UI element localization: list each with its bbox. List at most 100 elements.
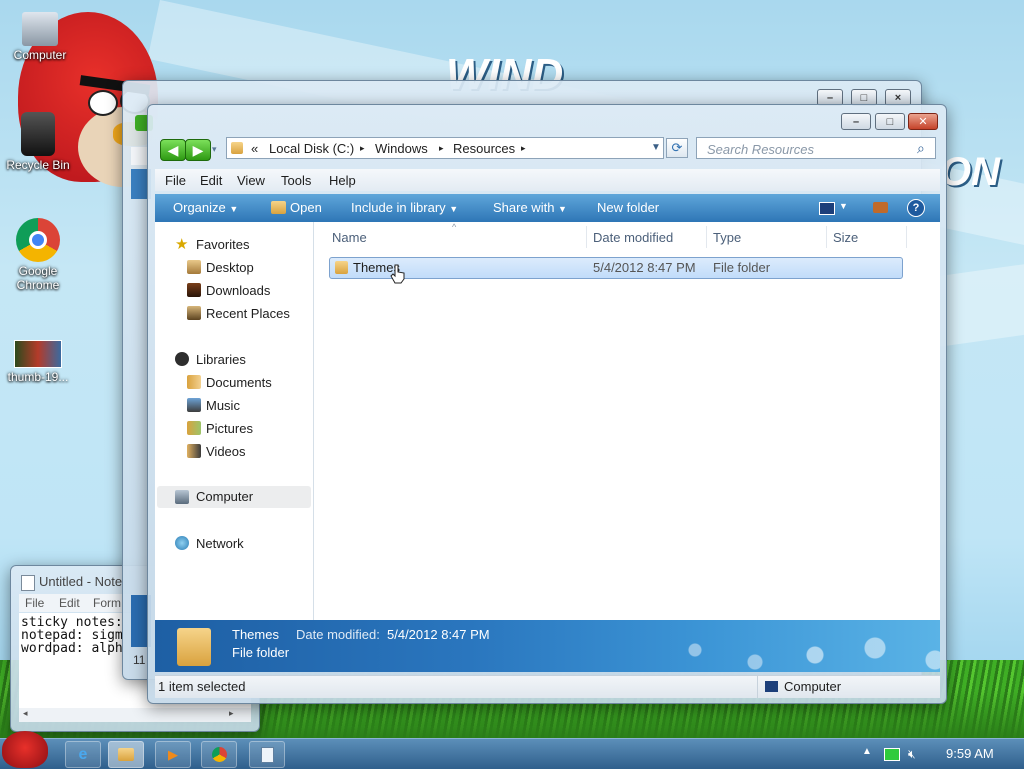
- address-dropdown-icon[interactable]: ▼: [651, 142, 661, 153]
- nav-item-computer[interactable]: Computer: [157, 486, 311, 508]
- notepad-menu-file[interactable]: File: [25, 596, 44, 610]
- nav-item-downloads[interactable]: Downloads: [155, 281, 313, 301]
- breadcrumb-local-disk[interactable]: Local Disk (C:): [269, 141, 354, 156]
- view-options-dropdown-icon[interactable]: ▼: [839, 201, 848, 211]
- details-date-value: 5/4/2012 8:47 PM: [387, 627, 490, 642]
- desktop-icon-computer[interactable]: Computer: [2, 12, 78, 62]
- scroll-left-icon[interactable]: ◂: [23, 708, 28, 719]
- file-list: ^ Name Date modified Type Size Themes 5/…: [314, 222, 940, 620]
- desktop-icon-label: Recycle Bin: [6, 158, 70, 172]
- folder-icon: [231, 142, 243, 154]
- breadcrumb-resources[interactable]: Resources: [453, 141, 515, 156]
- recent-places-icon: [187, 306, 201, 320]
- nav-item-label: Computer: [196, 489, 254, 504]
- notepad-menu-format[interactable]: Form: [93, 596, 121, 610]
- nav-item-label: Network: [196, 536, 244, 551]
- taskbar-clock[interactable]: 9:59 AM: [946, 746, 994, 761]
- nav-item-favorites[interactable]: ★ Favorites: [155, 235, 313, 255]
- column-header-name[interactable]: Name: [332, 230, 367, 245]
- show-hidden-icons-icon[interactable]: ▲: [862, 746, 872, 757]
- nav-item-recent-places[interactable]: Recent Places: [155, 304, 313, 324]
- menu-file[interactable]: File: [165, 173, 186, 188]
- column-divider[interactable]: [906, 226, 907, 248]
- nav-item-libraries[interactable]: Libraries: [155, 350, 313, 370]
- column-header-size[interactable]: Size: [833, 230, 858, 245]
- recent-pages-dropdown-icon[interactable]: ▾: [212, 144, 217, 155]
- column-divider[interactable]: [826, 226, 827, 248]
- minimize-button[interactable]: –: [841, 113, 871, 130]
- share-with-button[interactable]: Share with ▼: [493, 200, 567, 215]
- nav-item-pictures[interactable]: Pictures: [155, 419, 313, 439]
- close-button[interactable]: ✕: [908, 113, 938, 130]
- desktop-icon-thumb[interactable]: thumb-19...: [0, 340, 76, 384]
- folder-icon: [118, 748, 134, 761]
- nav-item-desktop[interactable]: Desktop: [155, 258, 313, 278]
- search-icon[interactable]: ⌕: [917, 140, 925, 157]
- breadcrumb-chevron-icon[interactable]: ▸: [439, 143, 444, 154]
- new-folder-button[interactable]: New folder: [597, 200, 659, 215]
- network-status-icon[interactable]: [884, 748, 900, 761]
- nav-item-label: Favorites: [196, 237, 250, 252]
- desktop-icon-recycle-bin[interactable]: Recycle Bin: [0, 112, 76, 172]
- star-icon: ★: [175, 236, 189, 253]
- taskbar-media-player[interactable]: ▶: [155, 741, 191, 768]
- back-button[interactable]: ◀: [160, 139, 186, 161]
- preview-pane-icon[interactable]: [873, 202, 888, 213]
- change-view-icon[interactable]: [819, 202, 835, 215]
- close-icon: ×: [894, 91, 902, 104]
- organize-button[interactable]: Organize ▼: [173, 200, 238, 215]
- nav-item-label: Recent Places: [206, 306, 290, 321]
- navigation-pane: ★ Favorites Desktop Downloads Recent Pla…: [155, 222, 314, 620]
- column-divider[interactable]: [706, 226, 707, 248]
- address-bar[interactable]: « Local Disk (C:) ▸ Windows ▸ Resources …: [226, 137, 664, 159]
- computer-icon: [765, 681, 778, 692]
- libraries-icon: [175, 352, 189, 366]
- media-player-icon: ▶: [168, 746, 178, 762]
- refresh-button[interactable]: ⟳: [666, 138, 688, 158]
- wallpaper-logo: ON: [940, 150, 1000, 194]
- column-header-date-modified[interactable]: Date modified: [593, 230, 673, 245]
- command-bar: Organize ▼ Open Include in library ▼ Sha…: [155, 194, 940, 222]
- network-icon: [175, 536, 189, 550]
- breadcrumb-windows[interactable]: Windows: [375, 141, 428, 156]
- help-icon[interactable]: ?: [907, 199, 925, 217]
- chrome-icon: [211, 747, 227, 762]
- column-divider[interactable]: [586, 226, 587, 248]
- forward-button[interactable]: ▶: [185, 139, 211, 161]
- notepad-icon: [21, 575, 35, 591]
- search-box[interactable]: Search Resources ⌕: [696, 137, 936, 159]
- nav-item-network[interactable]: Network: [155, 534, 313, 554]
- table-row[interactable]: Themes 5/4/2012 8:47 PM File folder: [329, 257, 903, 279]
- nav-item-videos[interactable]: Videos: [155, 442, 313, 462]
- menu-tools[interactable]: Tools: [281, 173, 311, 188]
- nav-item-label: Desktop: [206, 260, 254, 275]
- organize-label: Organize: [173, 200, 226, 215]
- menu-help[interactable]: Help: [329, 173, 356, 188]
- music-icon: [187, 398, 201, 412]
- menu-edit[interactable]: Edit: [200, 173, 222, 188]
- taskbar-chrome[interactable]: [201, 741, 237, 768]
- details-type: File folder: [232, 645, 290, 660]
- menu-view[interactable]: View: [237, 173, 265, 188]
- taskbar-notepad[interactable]: [249, 741, 285, 768]
- nav-item-label: Documents: [206, 375, 272, 390]
- taskbar-windows-explorer[interactable]: [108, 741, 144, 768]
- maximize-button[interactable]: □: [875, 113, 905, 130]
- notepad-horizontal-scrollbar[interactable]: ◂ ▸: [19, 708, 251, 722]
- breadcrumb-chevron-icon[interactable]: ▸: [360, 143, 365, 154]
- notepad-menu-edit[interactable]: Edit: [59, 596, 80, 610]
- nav-item-music[interactable]: Music: [155, 396, 313, 416]
- start-button[interactable]: [2, 731, 48, 768]
- breadcrumb-overflow[interactable]: «: [251, 141, 258, 156]
- search-placeholder: Search Resources: [707, 142, 814, 157]
- scroll-right-icon[interactable]: ▸: [229, 708, 234, 719]
- taskbar-internet-explorer[interactable]: e: [65, 741, 101, 768]
- desktop-icon-chrome[interactable]: Google Chrome: [0, 218, 76, 292]
- nav-item-documents[interactable]: Documents: [155, 373, 313, 393]
- volume-muted-icon[interactable]: 🔇︎: [908, 747, 916, 762]
- column-header-type[interactable]: Type: [713, 230, 741, 245]
- breadcrumb-chevron-icon[interactable]: ▸: [521, 143, 526, 154]
- folder-icon: [335, 261, 348, 274]
- open-button[interactable]: Open: [290, 200, 322, 215]
- include-in-library-button[interactable]: Include in library ▼: [351, 200, 458, 215]
